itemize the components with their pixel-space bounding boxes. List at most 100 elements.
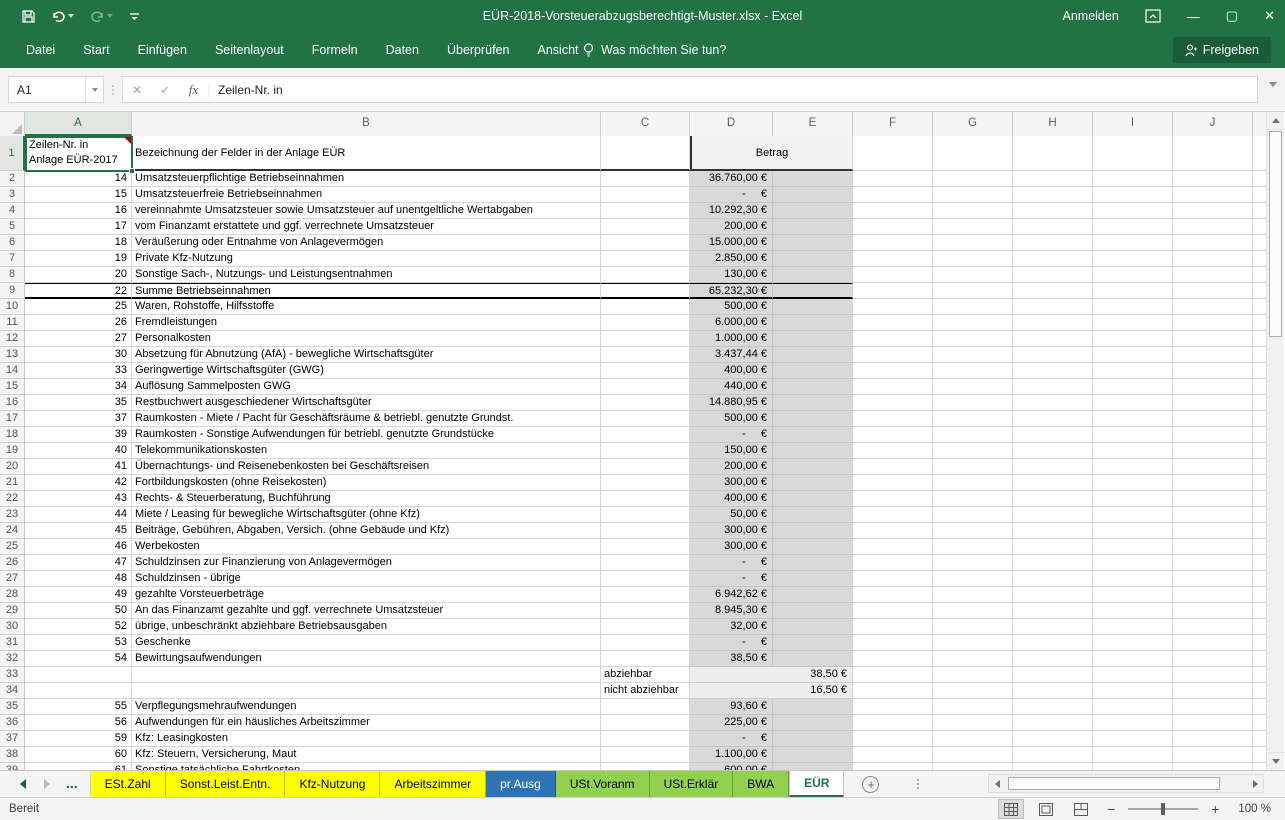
cell-a24[interactable]: 45: [25, 523, 132, 539]
cell-i7[interactable]: [1093, 251, 1173, 267]
cell-j18[interactable]: [1173, 427, 1253, 443]
cell-b32[interactable]: Bewirtungsaufwendungen: [132, 651, 601, 667]
zoom-slider-thumb[interactable]: [1161, 803, 1165, 815]
zoom-in-button[interactable]: +: [1207, 801, 1223, 817]
cell-j8[interactable]: [1173, 267, 1253, 283]
cell-g34[interactable]: [933, 683, 1013, 699]
cell-g18[interactable]: [933, 427, 1013, 443]
cell-d12[interactable]: 1.000,00 €: [690, 331, 773, 347]
cell-i17[interactable]: [1093, 411, 1173, 427]
row-header-10[interactable]: 10: [0, 299, 25, 315]
cell-f1[interactable]: [853, 136, 933, 171]
ribbon-tab-einfügen[interactable]: Einfügen: [124, 32, 201, 68]
cell-h9[interactable]: [1013, 283, 1093, 299]
row-header-16[interactable]: 16: [0, 395, 25, 411]
cell-g11[interactable]: [933, 315, 1013, 331]
cell-e21[interactable]: [773, 475, 853, 491]
cell-b38[interactable]: Kfz: Steuern, Versicherung, Maut: [132, 747, 601, 763]
cell-e14[interactable]: [773, 363, 853, 379]
cell-a5[interactable]: 17: [25, 219, 132, 235]
cell-e22[interactable]: [773, 491, 853, 507]
cell-i27[interactable]: [1093, 571, 1173, 587]
cell-g12[interactable]: [933, 331, 1013, 347]
insert-function-icon[interactable]: fx: [179, 82, 209, 98]
cell-j3[interactable]: [1173, 187, 1253, 203]
cell-b5[interactable]: vom Finanzamt erstattete und ggf. verrec…: [132, 219, 601, 235]
cell-h13[interactable]: [1013, 347, 1093, 363]
cell-a26[interactable]: 47: [25, 555, 132, 571]
cell-g30[interactable]: [933, 619, 1013, 635]
cell-h22[interactable]: [1013, 491, 1093, 507]
cell-j35[interactable]: [1173, 699, 1253, 715]
page-break-view-icon[interactable]: [1068, 799, 1094, 819]
cell-f33[interactable]: [853, 667, 933, 683]
cell-e7[interactable]: [773, 251, 853, 267]
cell-j7[interactable]: [1173, 251, 1253, 267]
sign-in-link[interactable]: Anmelden: [1063, 9, 1119, 23]
cell-j39[interactable]: [1173, 763, 1253, 770]
cell-a28[interactable]: 49: [25, 587, 132, 603]
formula-bar-expand-icon[interactable]: [1269, 82, 1277, 87]
row-header-32[interactable]: 32: [0, 651, 25, 667]
sheet-tab-sonst-leist-entn[interactable]: Sonst.Leist.Entn.: [166, 771, 286, 797]
cell-b31[interactable]: Geschenke: [132, 635, 601, 651]
cell-d24[interactable]: 300,00 €: [690, 523, 773, 539]
column-header-f[interactable]: F: [853, 112, 933, 136]
cell-c1[interactable]: [601, 136, 690, 171]
cell-b21[interactable]: Fortbildungskosten (ohne Reisekosten): [132, 475, 601, 491]
cell-a32[interactable]: 54: [25, 651, 132, 667]
cell-g22[interactable]: [933, 491, 1013, 507]
cell-c16[interactable]: [601, 395, 690, 411]
cell-i11[interactable]: [1093, 315, 1173, 331]
cell-j16[interactable]: [1173, 395, 1253, 411]
cell-b24[interactable]: Beiträge, Gebühren, Abgaben, Versich. (o…: [132, 523, 601, 539]
cell-h24[interactable]: [1013, 523, 1093, 539]
cell-j1[interactable]: [1173, 136, 1253, 171]
cell-i35[interactable]: [1093, 699, 1173, 715]
cell-i37[interactable]: [1093, 731, 1173, 747]
cell-h17[interactable]: [1013, 411, 1093, 427]
cell-j38[interactable]: [1173, 747, 1253, 763]
cell-b12[interactable]: Personalkosten: [132, 331, 601, 347]
cell-e15[interactable]: [773, 379, 853, 395]
cell-c20[interactable]: [601, 459, 690, 475]
cell-c7[interactable]: [601, 251, 690, 267]
cell-b9[interactable]: Summe Betriebseinnahmen: [132, 283, 601, 299]
tab-strip-resize-handle[interactable]: [917, 771, 919, 797]
cell-c26[interactable]: [601, 555, 690, 571]
cell-c28[interactable]: [601, 587, 690, 603]
cell-h16[interactable]: [1013, 395, 1093, 411]
cell-e19[interactable]: [773, 443, 853, 459]
cell-i5[interactable]: [1093, 219, 1173, 235]
cell-g35[interactable]: [933, 699, 1013, 715]
cell-f29[interactable]: [853, 603, 933, 619]
cell-g5[interactable]: [933, 219, 1013, 235]
cell-b8[interactable]: Sonstige Sach-, Nutzungs- und Leistungse…: [132, 267, 601, 283]
cell-i39[interactable]: [1093, 763, 1173, 770]
row-header-22[interactable]: 22: [0, 491, 25, 507]
cell-h11[interactable]: [1013, 315, 1093, 331]
cell-g10[interactable]: [933, 299, 1013, 315]
formula-bar[interactable]: ✕ ✓ fx Zeilen-Nr. in: [122, 76, 1258, 103]
cell-j6[interactable]: [1173, 235, 1253, 251]
cell-c11[interactable]: [601, 315, 690, 331]
cell-a23[interactable]: 44: [25, 507, 132, 523]
cell-d37[interactable]: - €: [690, 731, 773, 747]
cell-c10[interactable]: [601, 299, 690, 315]
row-header-8[interactable]: 8: [0, 267, 25, 283]
cell-a30[interactable]: 52: [25, 619, 132, 635]
cell-b16[interactable]: Restbuchwert ausgeschiedener Wirtschafts…: [132, 395, 601, 411]
page-layout-view-icon[interactable]: [1033, 799, 1059, 819]
cell-f20[interactable]: [853, 459, 933, 475]
cell-b19[interactable]: Telekommunikationskosten: [132, 443, 601, 459]
cell-h38[interactable]: [1013, 747, 1093, 763]
row-header-30[interactable]: 30: [0, 619, 25, 635]
cell-a17[interactable]: 37: [25, 411, 132, 427]
cell-h26[interactable]: [1013, 555, 1093, 571]
cell-b33[interactable]: [132, 667, 601, 683]
cell-i25[interactable]: [1093, 539, 1173, 555]
cell-i10[interactable]: [1093, 299, 1173, 315]
cell-g37[interactable]: [933, 731, 1013, 747]
cell-g32[interactable]: [933, 651, 1013, 667]
ribbon-display-options-icon[interactable]: [1145, 9, 1161, 23]
